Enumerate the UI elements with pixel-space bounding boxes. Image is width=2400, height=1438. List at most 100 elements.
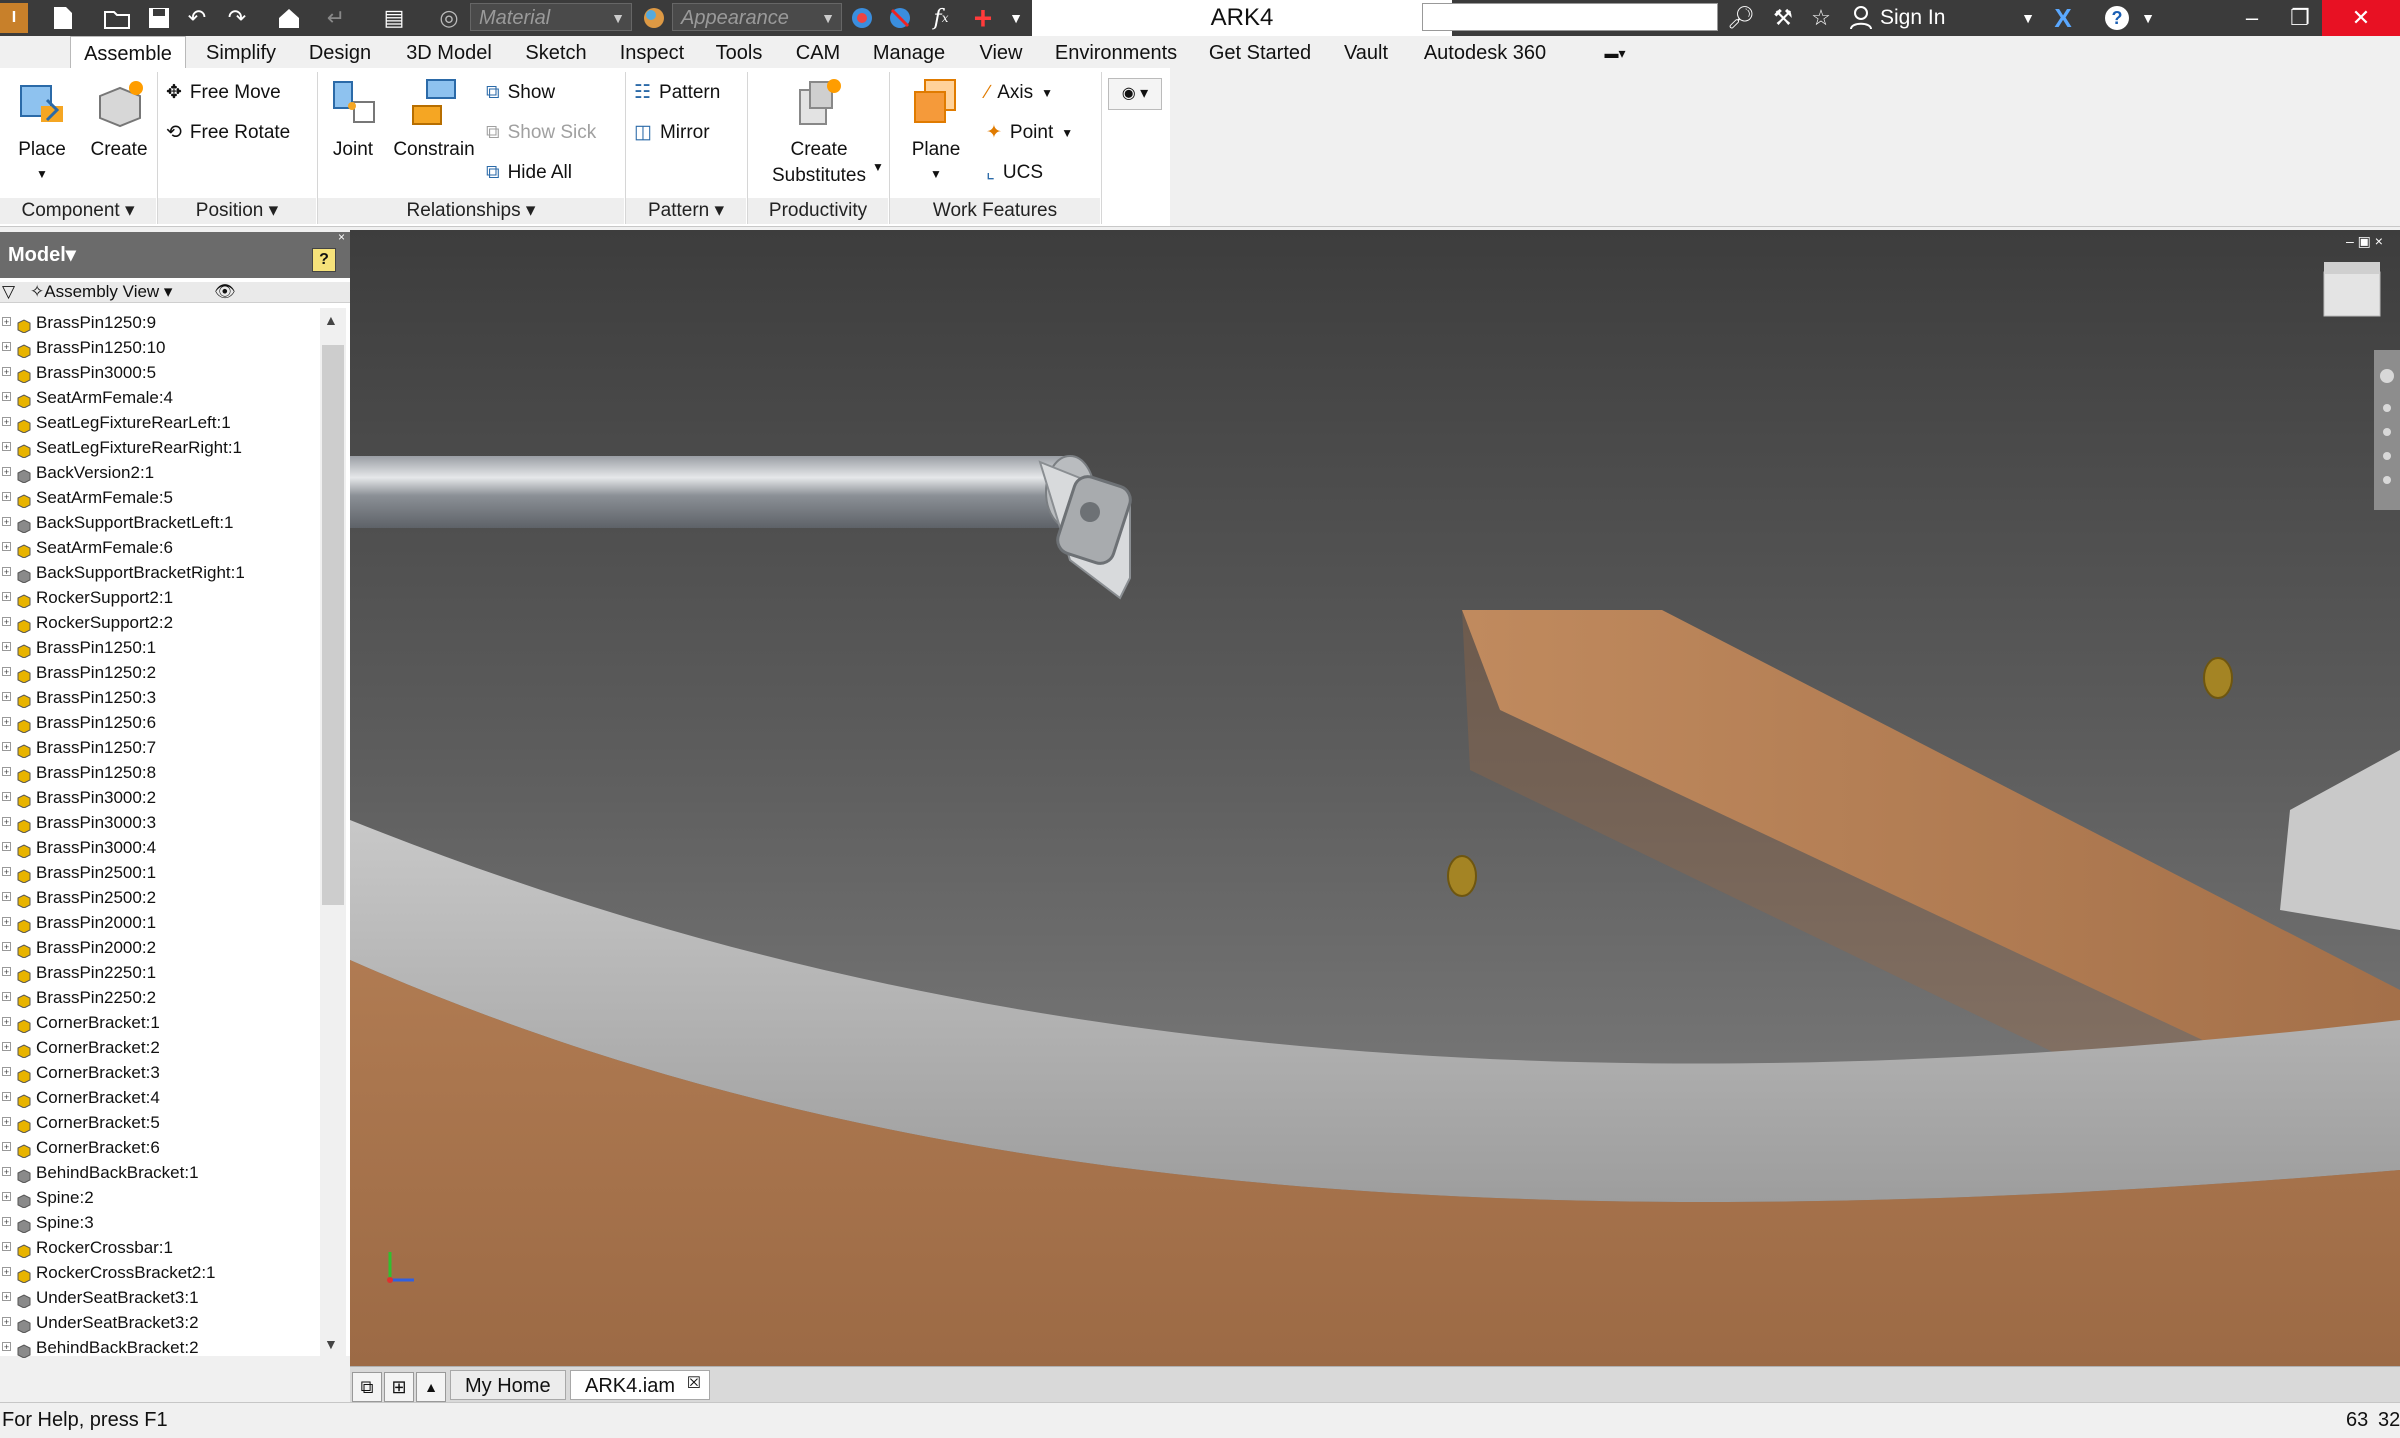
browser-title[interactable]: Model▾ bbox=[8, 242, 76, 267]
browser-tree-item[interactable]: + CornerBracket:3 bbox=[0, 1060, 318, 1085]
expand-node-icon[interactable]: + bbox=[2, 1042, 11, 1052]
browser-tree-item[interactable]: + CornerBracket:1 bbox=[0, 1010, 318, 1035]
help-icon[interactable]: ? bbox=[2098, 3, 2136, 33]
expand-node-icon[interactable]: + bbox=[2, 742, 11, 752]
browser-tree-item[interactable]: + BackSupportBracketRight:1 bbox=[0, 560, 318, 585]
user-icon[interactable] bbox=[1846, 3, 1876, 33]
expand-node-icon[interactable]: + bbox=[2, 342, 11, 352]
browser-close-icon[interactable]: × bbox=[338, 230, 345, 244]
mirror-button[interactable]: ◫ Mirror bbox=[634, 118, 710, 148]
axis-button[interactable]: ∕ Axis ▼ bbox=[986, 78, 1053, 108]
create-component-button[interactable]: Create bbox=[84, 76, 154, 162]
browser-tree-item[interactable]: + SeatLegFixtureRearRight:1 bbox=[0, 435, 318, 460]
find-binoculars-icon[interactable]: 👁︎ bbox=[214, 282, 236, 302]
expand-node-icon[interactable]: + bbox=[2, 917, 11, 927]
expand-node-icon[interactable]: + bbox=[2, 592, 11, 602]
restore-button[interactable]: ❐ bbox=[2274, 0, 2326, 36]
expand-node-icon[interactable]: + bbox=[2, 467, 11, 477]
sign-in-link[interactable]: Sign In bbox=[1880, 0, 1945, 36]
view-cube[interactable] bbox=[2323, 262, 2381, 317]
pattern-button[interactable]: ☷ Pattern bbox=[634, 78, 720, 108]
browser-help-icon[interactable]: ? bbox=[312, 248, 336, 272]
browser-tree-item[interactable]: + BrassPin1250:9 bbox=[0, 310, 318, 335]
appearance-dropdown[interactable]: Appearance ▼ bbox=[672, 3, 842, 31]
expand-node-icon[interactable]: + bbox=[2, 1267, 11, 1277]
sign-in-dropdown-icon[interactable]: ▼ bbox=[2016, 3, 2040, 33]
expand-node-icon[interactable]: + bbox=[2, 1342, 11, 1352]
place-button[interactable]: Place ▼ bbox=[8, 76, 76, 184]
browser-tree-item[interactable]: + BackVersion2:1 bbox=[0, 460, 318, 485]
expand-node-icon[interactable]: + bbox=[2, 317, 11, 327]
open-documents-menu-icon[interactable]: ▲ bbox=[416, 1372, 446, 1402]
browser-tree-item[interactable]: + CornerBracket:4 bbox=[0, 1085, 318, 1110]
browser-tree-item[interactable]: + BrassPin2500:2 bbox=[0, 885, 318, 910]
expand-node-icon[interactable]: + bbox=[2, 492, 11, 502]
expand-node-icon[interactable]: + bbox=[2, 442, 11, 452]
browser-tree-item[interactable]: + BackSupportBracketLeft:1 bbox=[0, 510, 318, 535]
app-menu-button[interactable]: I bbox=[0, 3, 28, 33]
browser-tree-item[interactable]: + BehindBackBracket:1 bbox=[0, 1160, 318, 1185]
browser-tree-item[interactable]: + BrassPin1250:3 bbox=[0, 685, 318, 710]
free-move-button[interactable]: ✥ Free Move bbox=[166, 78, 281, 108]
search-binoculars-icon[interactable]: 🔎︎ bbox=[1724, 3, 1758, 33]
save-icon[interactable] bbox=[142, 3, 176, 33]
tab-design[interactable]: Design bbox=[298, 36, 382, 68]
browser-tree-item[interactable]: + BrassPin1250:1 bbox=[0, 635, 318, 660]
favorites-star-icon[interactable]: ☆ bbox=[1804, 3, 1838, 33]
browser-tree-item[interactable]: + BrassPin1250:2 bbox=[0, 660, 318, 685]
expand-node-icon[interactable]: + bbox=[2, 767, 11, 777]
expand-node-icon[interactable]: + bbox=[2, 1217, 11, 1227]
expand-node-icon[interactable]: + bbox=[2, 867, 11, 877]
home-icon[interactable] bbox=[272, 3, 306, 33]
minimize-button[interactable]: – bbox=[2226, 0, 2278, 36]
scroll-down-icon[interactable]: ▼ bbox=[324, 1336, 338, 1352]
tab-manage[interactable]: Manage bbox=[864, 36, 954, 68]
expand-node-icon[interactable]: + bbox=[2, 1067, 11, 1077]
browser-tree-item[interactable]: + UnderSeatBracket3:1 bbox=[0, 1285, 318, 1310]
expand-node-icon[interactable]: + bbox=[2, 1192, 11, 1202]
expand-node-icon[interactable]: + bbox=[2, 692, 11, 702]
expand-node-icon[interactable]: + bbox=[2, 1167, 11, 1177]
ribbon-display-options-icon[interactable]: ▬▾ bbox=[1590, 36, 1640, 68]
expand-node-icon[interactable]: + bbox=[2, 1092, 11, 1102]
browser-tree-item[interactable]: + CornerBracket:6 bbox=[0, 1135, 318, 1160]
expand-node-icon[interactable]: + bbox=[2, 667, 11, 677]
clear-appearance-icon[interactable] bbox=[884, 3, 916, 33]
open-folder-icon[interactable] bbox=[100, 3, 134, 33]
browser-tree-item[interactable]: + BrassPin3000:4 bbox=[0, 835, 318, 860]
expand-node-icon[interactable]: + bbox=[2, 842, 11, 852]
tab-3d-model[interactable]: 3D Model bbox=[396, 36, 502, 68]
browser-tree-item[interactable]: + CornerBracket:5 bbox=[0, 1110, 318, 1135]
update-icon[interactable]: ▤ bbox=[372, 3, 416, 33]
browser-tree-item[interactable]: + BrassPin3000:5 bbox=[0, 360, 318, 385]
plane-button[interactable]: Plane ▼ bbox=[896, 76, 976, 184]
constrain-button[interactable]: Constrain bbox=[388, 76, 480, 162]
browser-tree-item[interactable]: + BehindBackBracket:2 bbox=[0, 1335, 318, 1358]
browser-tree-item[interactable]: + BrassPin1250:8 bbox=[0, 760, 318, 785]
expand-node-icon[interactable]: + bbox=[2, 1317, 11, 1327]
tile-windows-icon[interactable]: ⊞ bbox=[384, 1372, 414, 1402]
tab-view[interactable]: View bbox=[968, 36, 1034, 68]
joint-button[interactable]: Joint bbox=[322, 76, 384, 162]
expand-node-icon[interactable]: + bbox=[2, 617, 11, 627]
browser-tree-item[interactable]: + BrassPin3000:3 bbox=[0, 810, 318, 835]
close-tab-icon[interactable]: ☒ bbox=[687, 1369, 701, 1399]
navigation-bar[interactable] bbox=[2374, 350, 2400, 510]
tab-assemble[interactable]: Assemble bbox=[70, 36, 186, 68]
browser-tree-item[interactable]: + BrassPin1250:10 bbox=[0, 335, 318, 360]
expand-node-icon[interactable]: + bbox=[2, 542, 11, 552]
pattern-panel-label[interactable]: Pattern ▾ bbox=[626, 198, 746, 224]
expand-node-icon[interactable]: + bbox=[2, 642, 11, 652]
browser-tree-item[interactable]: + BrassPin3000:2 bbox=[0, 785, 318, 810]
tab-vault[interactable]: Vault bbox=[1336, 36, 1396, 68]
ilogic-plus-icon[interactable]: + bbox=[966, 0, 1000, 36]
browser-tree-item[interactable]: + BrassPin2500:1 bbox=[0, 860, 318, 885]
browser-tree-item[interactable]: + BrassPin2000:2 bbox=[0, 935, 318, 960]
expand-node-icon[interactable]: + bbox=[2, 892, 11, 902]
expand-node-icon[interactable]: + bbox=[2, 517, 11, 527]
customize-quick-access-icon[interactable]: ▼ bbox=[1004, 3, 1028, 33]
create-substitutes-button[interactable]: Create Substitutes bbox=[756, 76, 882, 188]
parameters-icon[interactable]: fx bbox=[924, 3, 958, 33]
expand-node-icon[interactable]: + bbox=[2, 1242, 11, 1252]
cascade-windows-icon[interactable]: ⧉ bbox=[352, 1372, 382, 1402]
